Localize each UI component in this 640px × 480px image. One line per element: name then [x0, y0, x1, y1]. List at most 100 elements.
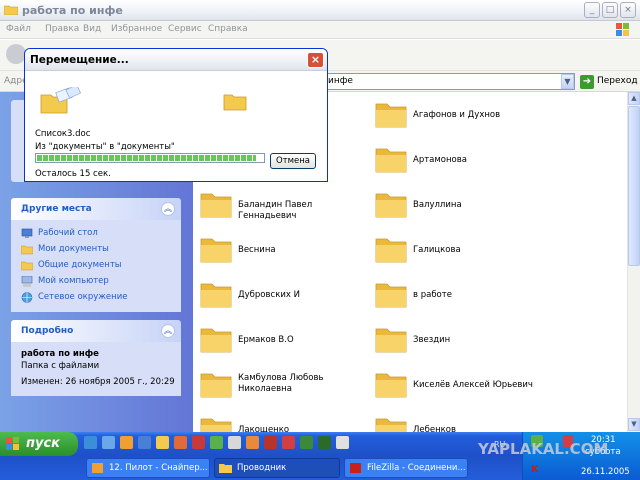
- place-my-computer[interactable]: Мой компьютер: [21, 274, 181, 290]
- dialog-close-button[interactable]: ×: [307, 52, 324, 68]
- chevron-down-icon[interactable]: ▼: [561, 74, 574, 89]
- computer-icon: [21, 276, 33, 287]
- network-icon: [21, 292, 33, 303]
- folder-icon: [375, 328, 407, 353]
- folder-label: Агафонов и Духнов: [413, 110, 501, 120]
- documents-folder-icon: [21, 245, 33, 255]
- folder-icon: [375, 373, 407, 398]
- place-network[interactable]: Сетевое окружение: [21, 290, 181, 306]
- folder-item[interactable]: Звездин: [375, 324, 545, 362]
- place-desktop[interactable]: Рабочий стол: [21, 226, 181, 242]
- app-icon[interactable]: [264, 436, 277, 449]
- app-icon[interactable]: [228, 436, 241, 449]
- flying-papers-icon: [40, 87, 82, 114]
- title-bar[interactable]: работа по инфе _ □ ×: [0, 0, 640, 21]
- cancel-button[interactable]: Отмена: [270, 153, 316, 169]
- menu-tools[interactable]: Сервис: [168, 24, 202, 34]
- task-button[interactable]: FileZilla - Соединени...: [344, 458, 468, 478]
- menu-help[interactable]: Справка: [208, 24, 248, 34]
- dialog-title-bar[interactable]: Перемещение... ×: [25, 49, 327, 71]
- folder-item[interactable]: Лебенков: [375, 414, 545, 432]
- start-button[interactable]: пуск: [0, 432, 78, 456]
- folder-icon: [200, 418, 232, 432]
- scroll-thumb[interactable]: [628, 106, 640, 266]
- detail-type: Папка с файлами: [21, 361, 100, 371]
- ie-icon[interactable]: [84, 436, 97, 449]
- folder-item[interactable]: в работе: [375, 279, 545, 317]
- detail-name: работа по инфе: [21, 349, 99, 359]
- explorer-icon[interactable]: [138, 436, 151, 449]
- vertical-scrollbar[interactable]: ▲ ▼: [627, 92, 640, 432]
- folder-icon[interactable]: [156, 436, 169, 449]
- place-label: Мои документы: [38, 244, 109, 254]
- scroll-up-icon[interactable]: ▲: [628, 92, 640, 105]
- folder-item[interactable]: Баландин Павел Геннадьевич: [200, 189, 370, 227]
- folder-icon: [200, 238, 232, 263]
- folder-item[interactable]: Веснина: [200, 234, 370, 272]
- menu-edit[interactable]: Правка: [45, 24, 79, 34]
- folder-icon: [200, 193, 232, 218]
- windows-logo-icon: [616, 23, 629, 36]
- app-icon[interactable]: [174, 436, 187, 449]
- folder-label: Дубровских И: [238, 290, 300, 300]
- folder-label: Баландин Павел Геннадьевич: [238, 200, 313, 221]
- folder-item[interactable]: Галицкова: [375, 234, 545, 272]
- scroll-down-icon[interactable]: ▼: [628, 418, 640, 431]
- menu-view[interactable]: Вид: [83, 24, 101, 34]
- folder-icon: [375, 418, 407, 432]
- place-label: Общие документы: [38, 260, 122, 270]
- folder-item[interactable]: Ермаков В.О: [200, 324, 370, 362]
- close-button[interactable]: ×: [620, 2, 636, 18]
- folder-label: Галицкова: [413, 245, 461, 255]
- progress-fill: [37, 155, 257, 161]
- task-button-active[interactable]: Проводник: [214, 458, 340, 478]
- back-button[interactable]: [6, 44, 26, 64]
- destination-folder-icon: [223, 94, 247, 111]
- media-icon[interactable]: [120, 436, 133, 449]
- place-label: Рабочий стол: [38, 228, 98, 238]
- task-label: Проводник: [237, 463, 287, 473]
- folder-item[interactable]: Агафонов и Духнов: [375, 99, 545, 137]
- folder-icon: [200, 373, 232, 398]
- collapse-chevron-icon[interactable]: ︽: [161, 324, 175, 338]
- panel-header[interactable]: Другие места ︽: [11, 198, 181, 220]
- menu-favorites[interactable]: Избранное: [111, 24, 162, 34]
- folder-label: Звездин: [413, 335, 451, 345]
- address-input[interactable]: инфе: [323, 73, 575, 90]
- kaspersky-icon[interactable]: K: [531, 464, 539, 475]
- app-icon[interactable]: [318, 436, 331, 449]
- maximize-button[interactable]: □: [602, 2, 618, 18]
- folder-item[interactable]: Валуллина: [375, 189, 545, 227]
- desktop-icon[interactable]: [102, 436, 115, 449]
- progress-bar: [35, 153, 265, 163]
- app-icon[interactable]: [192, 436, 205, 449]
- panel-header[interactable]: Подробно ︽: [11, 320, 181, 342]
- folder-label: Ермаков В.О: [238, 335, 294, 345]
- collapse-chevron-icon[interactable]: ︽: [161, 202, 175, 216]
- task-button[interactable]: 12. Пилот - Снайпер...: [86, 458, 210, 478]
- app-icon[interactable]: [210, 436, 223, 449]
- task-label: FileZilla - Соединени...: [367, 463, 465, 473]
- place-shared-documents[interactable]: Общие документы: [21, 258, 181, 274]
- panel-body: работа по инфе Папка с файлами Изменен: …: [11, 342, 181, 396]
- go-button[interactable]: ➜ Переход: [580, 74, 638, 90]
- panel-title: Подробно: [21, 326, 74, 336]
- folder-item[interactable]: Дубровских И: [200, 279, 370, 317]
- folder-icon: [375, 103, 407, 128]
- other-places-panel: Другие места ︽ Рабочий стол Мои документ…: [11, 198, 181, 312]
- folder-label: Веснина: [238, 245, 276, 255]
- folder-item[interactable]: Лакощенко: [200, 414, 370, 432]
- folder-item[interactable]: Артамонова: [375, 144, 545, 182]
- app-icon[interactable]: [336, 436, 349, 449]
- folder-item[interactable]: Камбулова Любовь Николаевна: [200, 369, 370, 407]
- place-my-documents[interactable]: Мои документы: [21, 242, 181, 258]
- minimize-button[interactable]: _: [584, 2, 600, 18]
- panel-title: Другие места: [21, 204, 92, 214]
- folder-item[interactable]: Киселёв Алексей Юрьевич: [375, 369, 545, 407]
- folder-icon: [200, 283, 232, 308]
- app-icon[interactable]: [246, 436, 259, 449]
- app-icon[interactable]: [300, 436, 313, 449]
- menu-file[interactable]: Файл: [6, 24, 31, 34]
- app-icon[interactable]: [282, 436, 295, 449]
- quick-launch: [84, 436, 384, 452]
